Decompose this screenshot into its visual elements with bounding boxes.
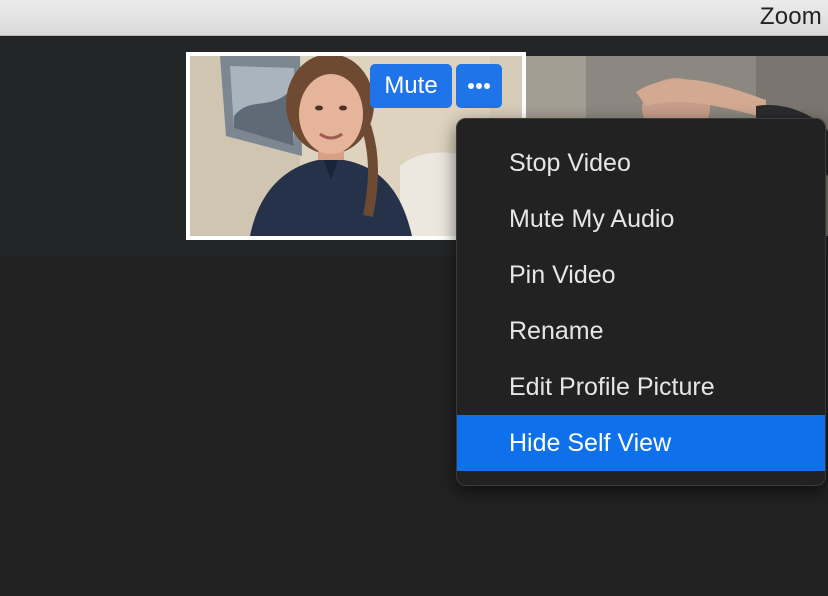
ellipsis-icon <box>468 83 474 89</box>
menu-item-hide-self-view[interactable]: Hide Self View <box>457 415 825 471</box>
menu-item-pin-video[interactable]: Pin Video <box>457 247 825 303</box>
app-title: Zoom <box>759 3 822 30</box>
menu-item-edit-profile-picture[interactable]: Edit Profile Picture <box>457 359 825 415</box>
more-options-button[interactable] <box>456 64 502 108</box>
ellipsis-icon <box>484 83 490 89</box>
mute-button[interactable]: Mute <box>370 64 452 108</box>
video-options-menu: Stop Video Mute My Audio Pin Video Renam… <box>456 118 826 486</box>
ellipsis-icon <box>476 83 482 89</box>
menu-item-rename[interactable]: Rename <box>457 303 825 359</box>
menu-item-mute-my-audio[interactable]: Mute My Audio <box>457 191 825 247</box>
window-titlebar: Zoom <box>0 0 828 36</box>
menu-item-stop-video[interactable]: Stop Video <box>457 135 825 191</box>
